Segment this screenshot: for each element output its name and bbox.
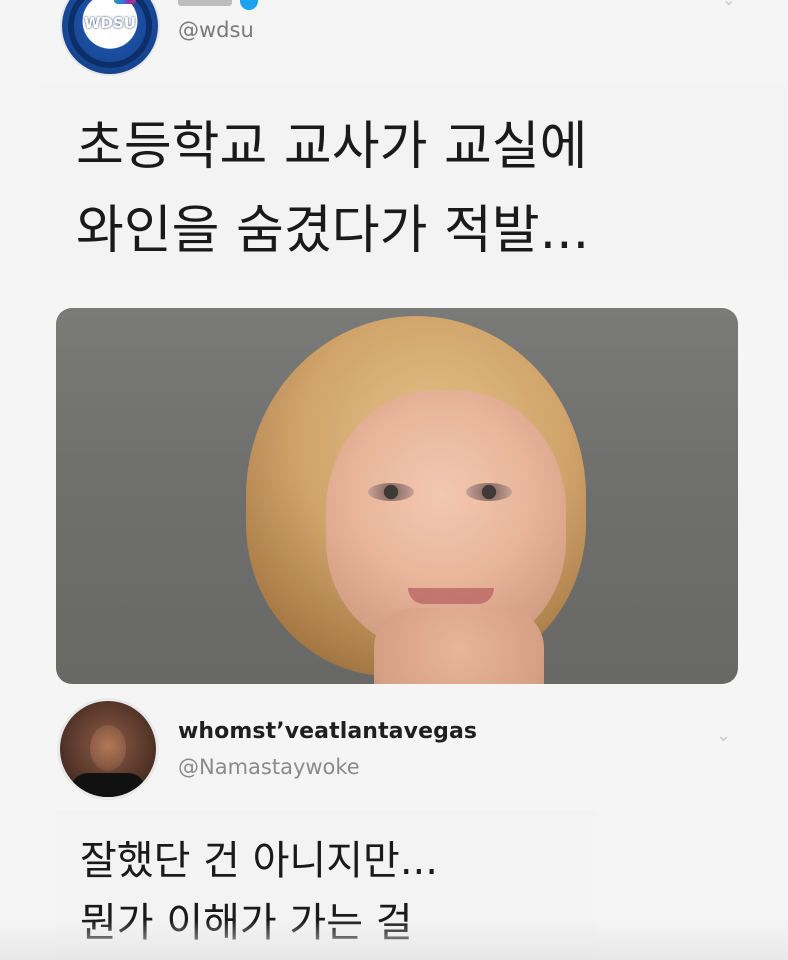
tweet-1-caption-overlay: 초등학교 교사가 교실에 와인을 숨겼다가 적발...: [40, 84, 786, 280]
tweet-2-caption-line-1: 잘했단 건 아니지만...: [80, 838, 438, 884]
photo-mouth: [408, 588, 494, 604]
tweet-2-avatar-face: [90, 725, 126, 771]
tweet-1-caption-line-2: 와인을 숨겼다가 적발...: [76, 201, 590, 261]
wdsu-logo-ring: [68, 0, 152, 68]
wdsu-avatar[interactable]: WDSU: [62, 0, 158, 74]
photo-right-eye: [466, 483, 512, 501]
bottom-fade: [0, 920, 788, 960]
tweet-1-handle[interactable]: @wdsu: [178, 18, 254, 42]
tweet-1-menu-icon[interactable]: ⌄: [722, 0, 738, 9]
nbc-peacock-icon: [114, 0, 136, 4]
chevron-down-icon[interactable]: ⌄: [716, 725, 734, 746]
tweet-2-display-name[interactable]: whomst’veatlantavegas: [178, 719, 477, 744]
tweet-1-photo[interactable]: [56, 308, 738, 684]
tweet-1-display-name-cropped[interactable]: [178, 0, 232, 6]
photo-left-eye: [368, 483, 414, 501]
wdsu-logo-text: WDSU: [84, 14, 136, 32]
tweet-1-caption-line-1: 초등학교 교사가 교실에: [76, 117, 588, 177]
photo-neck: [374, 608, 544, 684]
tweet-2-handle[interactable]: @Namastaywoke: [178, 755, 360, 779]
tweet-2-avatar[interactable]: [60, 701, 156, 797]
tweet-2-avatar-shirt: [70, 773, 146, 797]
verified-badge-icon: [240, 0, 258, 10]
